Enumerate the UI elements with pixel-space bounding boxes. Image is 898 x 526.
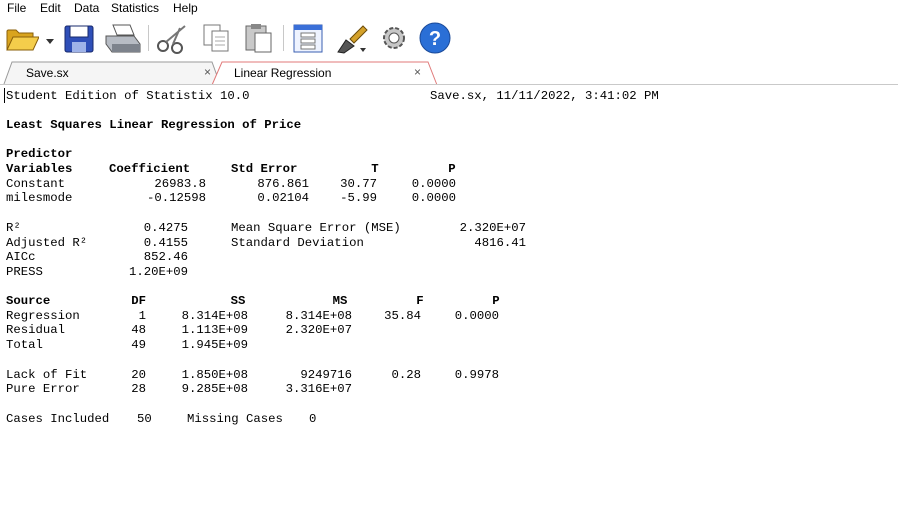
coef-row-constant-se: 876.861 xyxy=(257,177,309,191)
coef-col-std-error: Std Error xyxy=(231,162,298,176)
anova-regression-source: Regression xyxy=(6,309,80,323)
dropdown-arrow-icon[interactable] xyxy=(44,22,56,54)
help-icon[interactable]: ? xyxy=(419,22,451,54)
anova-total-ss: 1.945E+09 xyxy=(181,338,248,352)
lof-lack-of-fit-df: 20 xyxy=(131,368,146,382)
anova-col-df: DF xyxy=(131,294,146,308)
lof-pure-error-ss: 9.285E+08 xyxy=(181,382,248,396)
tab-save-sx-close-icon[interactable]: × xyxy=(204,65,211,79)
coef-row-milesmode-coef: -0.12598 xyxy=(146,191,206,205)
help-glyph: ? xyxy=(429,28,441,50)
coef-col-variables: Variables xyxy=(6,162,73,176)
anova-regression-f: 35.84 xyxy=(384,309,421,323)
anova-col-ms: MS xyxy=(332,294,348,308)
report-pane[interactable]: Student Edition of Statistix 10.0 Save.s… xyxy=(0,85,898,526)
menu-data[interactable]: Data xyxy=(74,1,99,15)
cases-included-value: 50 xyxy=(137,412,152,426)
lof-lack-of-fit-ms: 9249716 xyxy=(300,368,352,382)
printer-icon[interactable] xyxy=(104,22,142,54)
coef-header-predictor: Predictor xyxy=(6,147,73,161)
anova-residual-df: 48 xyxy=(131,323,146,337)
tab-linear-regression-label: Linear Regression xyxy=(234,66,332,80)
anova-regression-ms: 8.314E+08 xyxy=(285,309,352,323)
anova-residual-ss: 1.113E+09 xyxy=(181,323,248,337)
coef-row-constant-coef: 26983.8 xyxy=(154,177,206,191)
fit-mse-label: Mean Square Error (MSE) xyxy=(231,221,401,235)
fit-r2-label: R² xyxy=(6,221,21,235)
fit-press-value: 1.20E+09 xyxy=(128,265,188,279)
coef-row-milesmode-se: 0.02104 xyxy=(257,191,309,205)
fit-press-label: PRESS xyxy=(6,265,43,279)
fit-adj-r2-value: 0.4155 xyxy=(143,236,188,250)
report-file-stamp: Save.sx, 11/11/2022, 3:41:02 PM xyxy=(430,89,659,103)
missing-cases-label: Missing Cases xyxy=(187,412,283,426)
text-cursor xyxy=(4,88,5,103)
tab-save-sx[interactable]: Save.sx × xyxy=(12,62,217,84)
anova-regression-p: 0.0000 xyxy=(454,309,499,323)
anova-regression-ss: 8.314E+08 xyxy=(181,309,248,323)
menu-bar: File Edit Data Statistics Help xyxy=(0,0,898,18)
save-disk-icon[interactable] xyxy=(63,22,95,54)
anova-residual-ms: 2.320E+07 xyxy=(285,323,352,337)
fit-aicc-value: 852.46 xyxy=(143,250,188,264)
coef-row-constant-name: Constant xyxy=(6,177,66,191)
dialog-window-icon[interactable] xyxy=(292,22,324,54)
fit-aicc-label: AICc xyxy=(6,250,36,264)
tab-linear-regression-close-icon[interactable]: × xyxy=(414,65,421,79)
anova-residual-source: Residual xyxy=(6,323,66,337)
lof-lack-of-fit-f: 0.28 xyxy=(391,368,421,382)
menu-help[interactable]: Help xyxy=(173,1,198,15)
coef-row-milesmode-p: 0.0000 xyxy=(411,191,456,205)
coef-row-milesmode-t: -5.99 xyxy=(340,191,377,205)
fit-r2-value: 0.4275 xyxy=(143,221,188,235)
lof-pure-error-source: Pure Error xyxy=(6,382,80,396)
missing-cases-value: 0 xyxy=(309,412,317,426)
coef-row-milesmode-name: milesmode xyxy=(6,191,73,205)
menu-file[interactable]: File xyxy=(7,1,26,15)
anova-col-f: F xyxy=(416,294,424,308)
coef-row-constant-p: 0.0000 xyxy=(411,177,456,191)
fit-sd-label: Standard Deviation xyxy=(231,236,364,250)
anova-col-source: Source xyxy=(6,294,51,308)
coef-row-constant-t: 30.77 xyxy=(340,177,377,191)
tab-linear-regression[interactable]: Linear Regression × xyxy=(222,62,432,84)
brush-icon[interactable] xyxy=(334,22,370,54)
report-edition: Student Edition of Statistix 10.0 xyxy=(6,89,250,103)
anova-total-source: Total xyxy=(6,338,43,352)
coef-col-p: P xyxy=(448,162,456,176)
report-title: Least Squares Linear Regression of Price xyxy=(6,118,302,132)
anova-total-df: 49 xyxy=(131,338,146,352)
open-folder-icon[interactable] xyxy=(5,22,40,54)
fit-adj-r2-label: Adjusted R² xyxy=(6,236,88,250)
menu-edit[interactable]: Edit xyxy=(40,1,61,15)
lof-pure-error-df: 28 xyxy=(131,382,146,396)
copy-icon[interactable] xyxy=(201,22,233,54)
lof-lack-of-fit-ss: 1.850E+08 xyxy=(181,368,248,382)
tab-save-sx-label: Save.sx xyxy=(26,66,69,80)
fit-sd-value: 4816.41 xyxy=(474,236,526,250)
menu-statistics[interactable]: Statistics xyxy=(111,1,159,15)
coef-col-t: T xyxy=(371,162,379,176)
coef-col-coefficient: Coefficient xyxy=(109,162,191,176)
fit-mse-value: 2.320E+07 xyxy=(459,221,526,235)
lof-lack-of-fit-p: 0.9978 xyxy=(454,368,499,382)
cases-included-label: Cases Included xyxy=(6,412,110,426)
anova-col-ss: SS xyxy=(230,294,246,308)
toolbar: ? xyxy=(0,18,898,58)
settings-gear-icon[interactable] xyxy=(378,22,410,54)
paste-icon[interactable] xyxy=(243,22,275,54)
cut-scissors-icon[interactable] xyxy=(155,22,191,54)
anova-col-p: P xyxy=(492,294,500,308)
lof-pure-error-ms: 3.316E+07 xyxy=(285,382,352,396)
anova-regression-df: 1 xyxy=(138,309,146,323)
lof-lack-of-fit-source: Lack of Fit xyxy=(6,368,88,382)
